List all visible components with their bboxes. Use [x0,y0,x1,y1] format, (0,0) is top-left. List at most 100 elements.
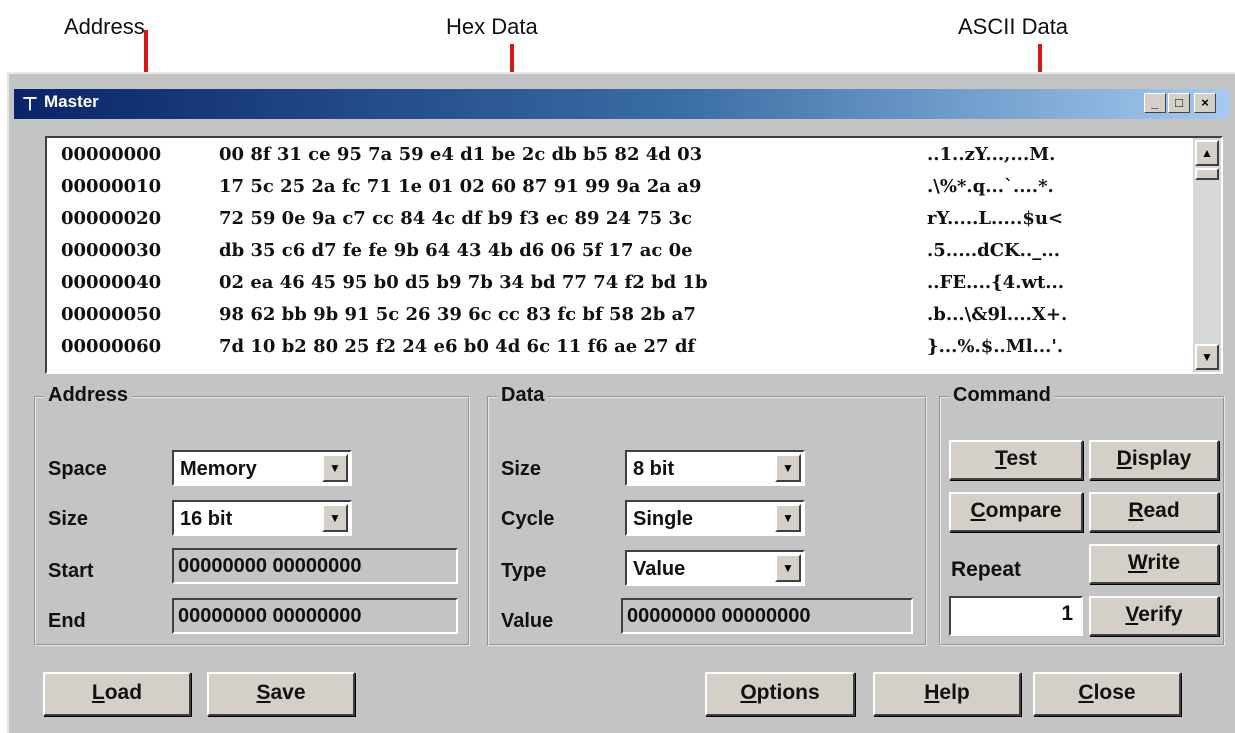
type-select[interactable]: Value ▼ [625,550,805,586]
address-group-title: Address [44,384,133,407]
verify-button-label: erify [1138,603,1183,626]
address-group: Address Space Memory ▼ Size 16 bit ▼ Sta… [34,384,470,646]
options-button[interactable]: Options [705,672,855,716]
dump-ascii-text: .5.....dCK.._... [927,240,1061,261]
scroll-down-button[interactable]: ▼ [1195,344,1219,370]
dump-hex-bytes: db 35 c6 d7 fe fe 9b 64 43 4b d6 06 5f 1… [219,240,693,261]
command-group: Command Test Display Compare Read Repeat… [939,384,1225,646]
annotation-ascii: ASCII Data [958,14,1069,39]
load-button-label: oad [104,681,143,704]
scroll-thumb[interactable] [1195,168,1219,180]
load-button-mnemonic: L [91,681,105,704]
annotation-hex: Hex Data [446,14,538,39]
chevron-down-icon[interactable]: ▼ [775,454,801,482]
dump-hex-bytes: 02 ea 46 45 95 b0 d5 b9 7b 34 bd 77 74 f… [219,272,708,293]
start-label: Start [48,560,94,582]
vertical-scrollbar[interactable]: ▲ ▼ [1193,138,1221,372]
address-size-label: Size [48,508,89,530]
dump-address: 00000000 [61,144,162,165]
hex-dump-view[interactable]: 00000000 00 8f 31 ce 95 7a 59 e4 d1 be 2c… [45,136,1223,374]
options-button-mnemonic: O [740,681,757,704]
maximize-button[interactable]: □ [1168,93,1190,113]
display-button[interactable]: Display [1089,440,1219,480]
master-window: ⊤ Master _ □ × 00000000 00 8f 31 ce 95 7a… [7,72,1235,733]
dump-address: 00000020 [61,208,162,229]
chevron-down-icon[interactable]: ▼ [775,504,801,532]
write-button-label: rite [1147,551,1181,574]
title-bar[interactable]: ⊤ Master _ □ × [14,89,1230,119]
dump-address: 00000030 [61,240,162,261]
value-label: Value [501,610,554,632]
compare-button[interactable]: Compare [949,492,1083,532]
close-window-button[interactable]: × [1194,93,1216,113]
read-button[interactable]: Read [1089,492,1219,532]
test-button[interactable]: Test [949,440,1083,480]
dump-ascii-text: rY.....L.....$u< [927,208,1064,229]
dump-hex-bytes: 98 62 bb 9b 91 5c 26 39 6c cc 83 fc bf 5… [219,304,696,325]
space-select[interactable]: Memory ▼ [172,450,352,486]
compare-button-label: ompare [985,499,1062,522]
save-button-label: ave [270,681,306,704]
close-button-mnemonic: C [1078,681,1094,704]
repeat-field[interactable]: 1 [949,596,1083,636]
write-button[interactable]: Write [1089,544,1219,584]
dump-ascii-text: ..FE....{4.wt... [927,272,1065,293]
verify-button[interactable]: Verify [1089,596,1219,636]
help-button-label: elp [939,681,970,704]
minimize-button[interactable]: _ [1144,93,1166,113]
data-size-label: Size [501,458,542,480]
read-button-label: ead [1143,499,1180,522]
data-size-select[interactable]: 8 bit ▼ [625,450,805,486]
type-label: Type [501,560,547,582]
dump-hex-bytes: 72 59 0e 9a c7 cc 84 4c df b9 f3 ec 89 2… [219,208,692,229]
close-button-label: lose [1093,681,1136,704]
chevron-down-icon[interactable]: ▼ [322,504,348,532]
end-field[interactable]: 00000000 00000000 [172,598,458,634]
verify-button-mnemonic: V [1125,603,1139,626]
dump-address: 00000060 [61,336,162,357]
help-button[interactable]: Help [873,672,1021,716]
close-button[interactable]: Close [1033,672,1181,716]
data-group-title: Data [497,384,549,407]
chevron-down-icon[interactable]: ▼ [775,554,801,582]
annotation-address: Address [64,14,145,39]
test-button-mnemonic: T [995,447,1007,470]
data-size-select-value: 8 bit [633,458,675,480]
space-label: Space [48,458,107,480]
value-field[interactable]: 00000000 00000000 [621,598,913,634]
write-button-mnemonic: W [1127,551,1148,574]
dump-ascii-text: }...%.$..Ml...'. [927,336,1064,357]
dump-address: 00000010 [61,176,162,197]
dump-address: 00000040 [61,272,162,293]
pin-icon: ⊤ [22,94,38,114]
space-select-value: Memory [180,458,257,480]
save-button[interactable]: Save [207,672,355,716]
scroll-up-button[interactable]: ▲ [1195,140,1219,166]
dump-hex-bytes: 7d 10 b2 80 25 f2 24 e6 b0 4d 6c 11 f6 a… [219,336,696,357]
compare-button-mnemonic: C [970,499,986,522]
read-button-mnemonic: R [1128,499,1144,522]
test-button-label: est [1006,447,1037,470]
chevron-down-icon[interactable]: ▼ [322,454,348,482]
cycle-select-value: Single [633,508,694,530]
address-size-select[interactable]: 16 bit ▼ [172,500,352,536]
options-button-label: ptions [756,681,820,704]
cycle-label: Cycle [501,508,555,530]
display-button-label: isplay [1131,447,1192,470]
window-title: Master [44,92,99,111]
dump-address: 00000050 [61,304,162,325]
dump-hex-bytes: 17 5c 25 2a fc 71 1e 01 02 60 87 91 99 9… [219,176,702,197]
end-label: End [48,610,86,632]
cycle-select[interactable]: Single ▼ [625,500,805,536]
start-field[interactable]: 00000000 00000000 [172,548,458,584]
load-button[interactable]: Load [43,672,191,716]
address-size-select-value: 16 bit [180,508,233,530]
dump-ascii-text: .\%*.q...`....*. [927,176,1054,197]
type-select-value: Value [633,558,686,580]
repeat-label: Repeat [951,558,1022,581]
help-button-mnemonic: H [924,681,940,704]
dump-ascii-text: .b...\&9l....X+. [927,304,1068,325]
dump-ascii-text: ..1..zY...,...M. [927,144,1056,165]
command-group-title: Command [949,384,1055,407]
display-button-mnemonic: D [1116,447,1132,470]
